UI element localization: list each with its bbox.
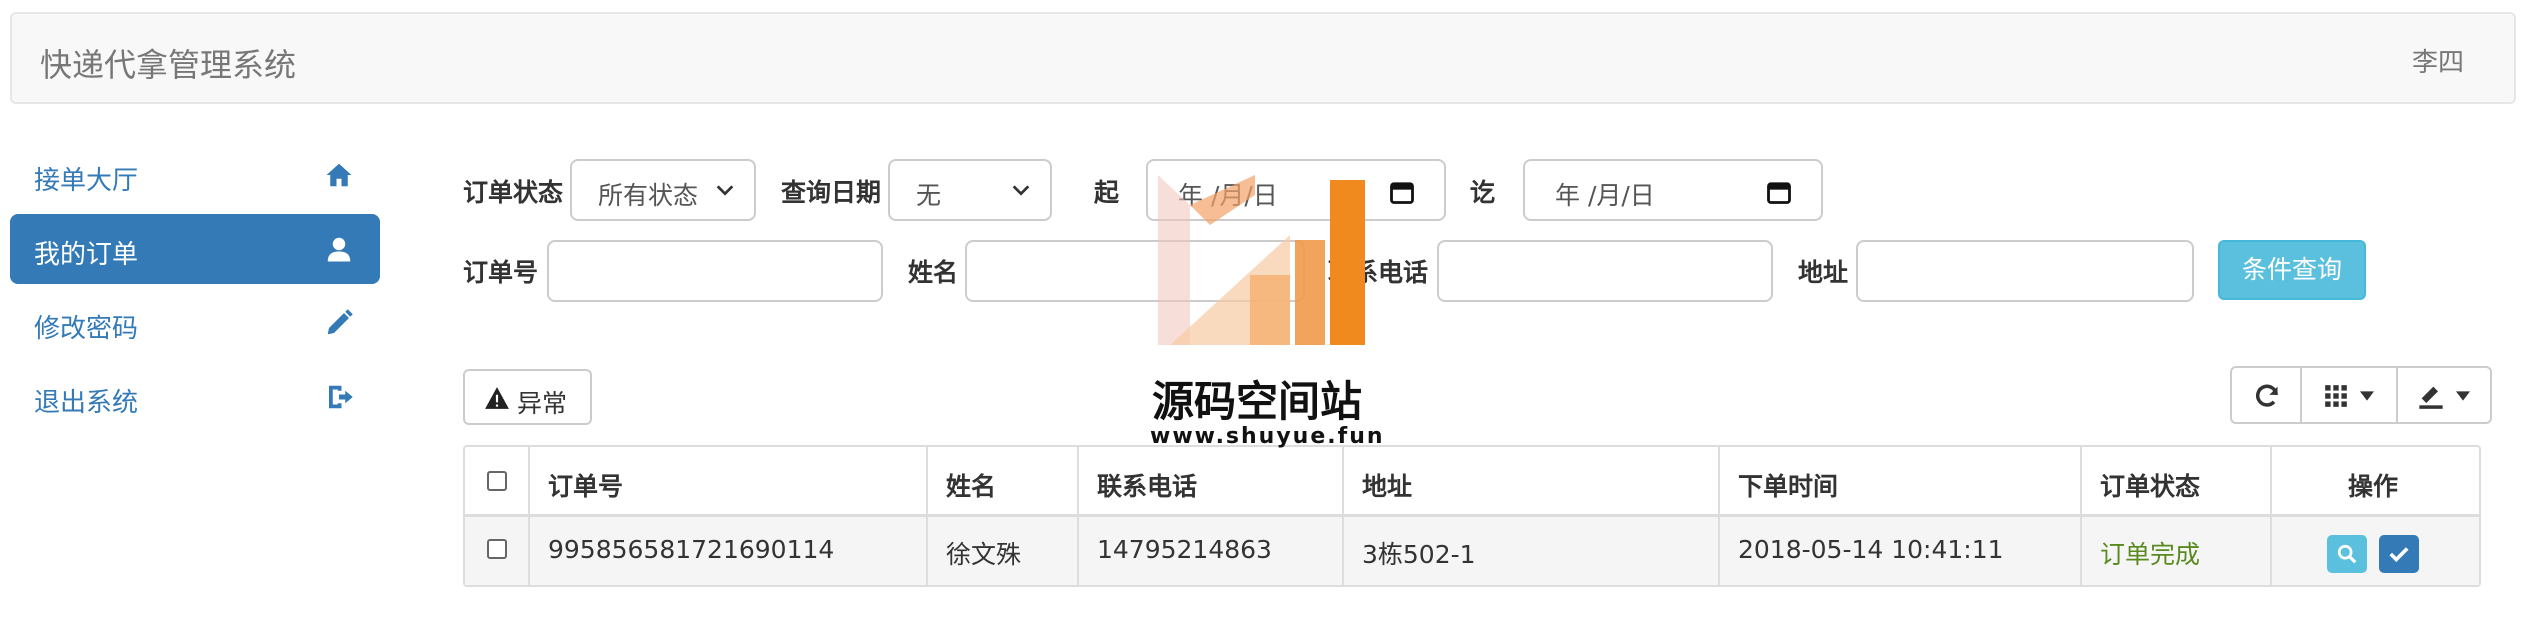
calendar-icon[interactable] [1388, 178, 1416, 206]
logout-icon [329, 385, 353, 409]
app-brand[interactable]: 快递代拿管理系统 [40, 40, 296, 86]
cell-status: 订单完成 [2100, 540, 2201, 569]
order-no-input[interactable] [547, 240, 883, 302]
check-icon [2389, 547, 2409, 563]
end-date-label: 讫 [1470, 178, 1496, 207]
column-divider [2270, 447, 2272, 585]
grid-icon [2325, 385, 2347, 407]
column-header-address[interactable]: 地址 [1362, 467, 1412, 503]
confirm-order-button[interactable] [2379, 535, 2419, 573]
home-icon [326, 163, 352, 187]
cell-address: 3栋502-1 [1362, 540, 1476, 569]
sidebar-item-label: 退出系统 [34, 388, 139, 418]
query-button[interactable]: 条件查询 [2218, 240, 2366, 300]
sidebar-item-label: 接单大厅 [34, 166, 139, 196]
table-toolbar [2230, 366, 2492, 424]
name-label: 姓名 [908, 258, 959, 287]
column-header-order-no[interactable]: 订单号 [548, 467, 623, 503]
refresh-icon [2255, 384, 2279, 407]
select-all-checkbox[interactable] [487, 471, 507, 491]
orders-table: 订单号 姓名 联系电话 地址 下单时间 订单状态 操作 995856581721… [463, 445, 2481, 587]
row-checkbox[interactable] [487, 539, 507, 559]
end-date-input[interactable]: 年 /月/日 [1523, 159, 1823, 221]
column-divider [1077, 447, 1079, 585]
calendar-icon[interactable] [1765, 178, 1793, 206]
address-label: 地址 [1798, 258, 1849, 287]
date-select[interactable]: 无 [888, 159, 1052, 221]
navbar: 快递代拿管理系统 李四 [10, 12, 2516, 104]
caret-down-icon [2456, 391, 2470, 401]
column-divider [1718, 447, 1720, 585]
cell-name: 徐文殊 [946, 540, 1022, 569]
column-divider [528, 447, 530, 585]
column-divider [2080, 447, 2082, 585]
date-filter-label: 查询日期 [781, 178, 882, 207]
sidebar-item-order-hall[interactable]: 接单大厅 [10, 140, 380, 210]
column-header-actions: 操作 [2348, 472, 2399, 501]
column-divider [926, 447, 928, 585]
abnormal-button-label: 异常 [517, 389, 568, 418]
search-icon [2337, 544, 2357, 564]
abnormal-button[interactable]: 异常 [463, 369, 592, 425]
cell-phone: 14795214863 [1097, 535, 1272, 564]
export-button[interactable] [2396, 366, 2492, 424]
watermark-url: www.shuyue.fun [1150, 424, 1385, 449]
status-select-value: 所有状态 [598, 181, 699, 210]
column-header-name[interactable]: 姓名 [946, 467, 996, 503]
user-icon [327, 237, 351, 262]
column-header-order-time[interactable]: 下单时间 [1738, 467, 1838, 503]
sidebar-item-label: 修改密码 [34, 314, 139, 344]
caret-down-icon [2360, 391, 2374, 401]
column-header-status[interactable]: 订单状态 [2100, 467, 2200, 503]
end-date-placeholder: 年 /月/日 [1555, 181, 1655, 210]
view-order-button[interactable] [2327, 535, 2367, 573]
watermark-title: 源码空间站 [1152, 377, 1363, 426]
status-filter-label: 订单状态 [463, 178, 564, 207]
column-header-phone[interactable]: 联系电话 [1097, 467, 1197, 503]
sidebar-item-logout[interactable]: 退出系统 [10, 362, 380, 432]
export-icon [2419, 386, 2443, 409]
address-input[interactable] [1856, 240, 2194, 302]
refresh-button[interactable] [2230, 366, 2302, 424]
column-divider [1342, 447, 1344, 585]
cell-order-no: 995856581721690114 [548, 535, 835, 564]
pencil-icon [327, 309, 353, 335]
sidebar-item-my-orders[interactable]: 我的订单 [10, 214, 380, 284]
sidebar-item-change-password[interactable]: 修改密码 [10, 288, 380, 358]
start-date-label: 起 [1094, 178, 1120, 207]
current-user[interactable]: 李四 [2412, 42, 2464, 79]
warning-icon [485, 387, 509, 409]
columns-button[interactable] [2300, 366, 2398, 424]
order-no-label: 订单号 [463, 258, 539, 287]
sidebar-item-label: 我的订单 [34, 240, 139, 270]
chevron-down-icon [1012, 185, 1030, 196]
status-select[interactable]: 所有状态 [570, 159, 756, 221]
cell-order-time: 2018-05-14 10:41:11 [1738, 535, 2004, 564]
chevron-down-icon [716, 185, 734, 196]
phone-input[interactable] [1437, 240, 1773, 302]
date-select-value: 无 [916, 181, 942, 210]
sidebar-nav: 接单大厅 我的订单 修改密码 退出系统 [10, 140, 380, 432]
